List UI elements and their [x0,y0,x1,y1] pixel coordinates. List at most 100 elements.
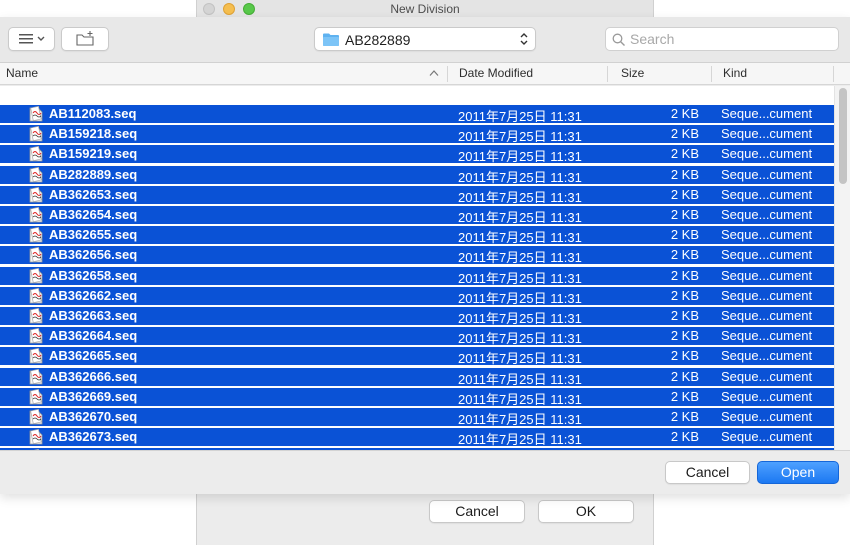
file-kind: Seque...cument [721,409,813,424]
file-row[interactable]: AB362653.seq 2011年7月25日 11:31 2 KB Seque...… [0,185,834,205]
file-kind: Seque...cument [721,348,813,364]
file-row[interactable]: AB362666.seq 2011年7月25日 11:31 2 KB Seque...… [0,367,834,387]
folder-icon [323,33,339,46]
file-name: AB362663.seq [49,308,138,323]
file-row[interactable]: AB362673.seq 2011年7月25日 11:31 2 KB Seque...… [0,428,834,448]
file-name: AB362673.seq [49,429,138,445]
sequence-document-icon [29,348,43,364]
cancel-button[interactable]: Cancel [665,461,750,484]
sequence-document-icon [29,328,43,344]
sequence-document-icon [29,267,43,284]
file-name: AB362664.seq [49,328,138,344]
open-button[interactable]: Open [757,461,839,484]
column-separator[interactable] [711,66,712,82]
file-kind: Seque...cument [721,166,813,182]
file-row[interactable]: AB362656.seq 2011年7月25日 11:31 2 KB Seque...… [0,246,834,265]
file-date-modified: 2011年7月25日 11:31 [458,331,582,347]
sequence-document-icon [29,368,43,385]
sheet-toolbar: AB282889 [0,17,850,63]
file-row[interactable]: AB362665.seq 2011年7月25日 11:31 2 KB Seque...… [0,347,834,367]
file-kind: Seque...cument [721,146,813,162]
file-name: AB362665.seq [49,348,138,364]
file-kind: Seque...cument [721,308,813,323]
column-separator[interactable] [607,66,608,82]
file-kind: Seque...cument [721,207,813,222]
list-view-icon [19,34,45,44]
current-folder-label: AB282889 [345,32,411,48]
new-folder-icon [76,31,94,46]
column-kind-header[interactable]: Kind [723,66,747,80]
parent-titlebar: New Division [197,0,653,18]
view-mode-button[interactable] [8,27,55,51]
column-separator[interactable] [447,66,448,82]
window-title: New Division [390,2,460,16]
file-size: 2 KB [670,247,699,263]
parent-ok-button[interactable]: OK [538,500,634,523]
file-date-modified: 2011年7月25日 11:31 [458,169,582,185]
file-row[interactable]: AB159219.seq 2011年7月25日 11:31 2 KB Seque...… [0,145,834,164]
column-name-header[interactable]: Name [6,66,38,80]
file-row[interactable]: AB362655.seq 2011年7月25日 11:31 2 KB Seque...… [0,226,834,246]
file-row[interactable]: AB362654.seq 2011年7月25日 11:31 2 KB Seque...… [0,206,834,225]
sequence-document-icon [29,146,43,162]
sequence-document-icon [29,227,43,243]
file-row[interactable]: AB362663.seq 2011年7月25日 11:31 2 KB Seque...… [0,307,834,326]
file-row[interactable]: AB112083.seq 2011年7月25日 11:31 2 KB Seque...… [0,105,834,124]
column-header: Name Date Modified Size Kind [0,63,850,85]
file-size: 2 KB [670,388,699,404]
file-name: AB362655.seq [49,227,138,243]
sequence-document-icon [29,206,43,223]
file-kind: Seque...cument [721,388,813,404]
file-date-modified: 2011年7月25日 11:31 [458,270,582,286]
file-kind: Seque...cument [721,287,813,303]
file-name: AB112083.seq [49,106,137,121]
sequence-document-icon [29,408,43,425]
file-date-modified: 2011年7月25日 11:31 [458,351,582,367]
file-size: 2 KB [670,308,699,323]
folder-path-popup[interactable]: AB282889 [314,27,536,51]
file-row[interactable]: AB362658.seq 2011年7月25日 11:31 2 KB Seque...… [0,266,834,286]
scroll-thumb[interactable] [839,88,847,184]
file-size: 2 KB [670,409,699,424]
file-date-modified: 2011年7月25日 11:31 [458,432,582,448]
open-file-sheet: AB282889 Name Date Modified Size Kind AB… [0,17,850,494]
file-date-modified: 2011年7月25日 11:31 [458,311,582,326]
sequence-document-icon [29,388,43,405]
file-name: AB362654.seq [49,207,138,222]
sort-ascending-icon [429,70,439,76]
file-date-modified: 2011年7月25日 11:31 [458,230,582,246]
file-date-modified: 2011年7月25日 11:31 [458,412,582,427]
file-row[interactable]: AB362664.seq 2011年7月25日 11:31 2 KB Seque...… [0,327,834,347]
column-separator[interactable] [833,66,834,82]
file-size: 2 KB [670,207,699,222]
file-kind: Seque...cument [721,267,813,283]
file-size: 2 KB [670,106,699,121]
search-icon [612,33,625,46]
file-row[interactable]: AB362670.seq 2011年7月25日 11:31 2 KB Seque...… [0,408,834,427]
file-row[interactable]: AB159218.seq 2011年7月25日 11:31 2 KB Seque...… [0,125,834,144]
file-name: AB362656.seq [49,247,138,263]
sequence-document-icon [29,247,43,263]
sequence-document-icon [29,126,43,142]
file-list[interactable]: AB112083.seq 2011年7月25日 11:31 2 KB Seque...… [0,86,850,467]
column-date-header[interactable]: Date Modified [459,66,533,80]
column-size-header[interactable]: Size [621,66,644,80]
new-folder-button[interactable] [61,27,109,51]
sequence-document-icon [29,186,43,203]
file-row[interactable]: AB362662.seq 2011年7月25日 11:31 2 KB Seque...… [0,286,834,306]
file-size: 2 KB [670,429,699,445]
vertical-scrollbar[interactable] [834,86,850,467]
file-name: AB362666.seq [49,368,138,384]
parent-cancel-button[interactable]: Cancel [429,500,525,523]
file-kind: Seque...cument [721,328,813,344]
file-name: AB159219.seq [49,146,138,162]
file-kind: Seque...cument [721,126,813,142]
file-kind: Seque...cument [721,106,813,121]
file-name: AB159218.seq [49,126,138,142]
file-row[interactable]: AB282889.seq 2011年7月25日 11:31 2 KB Seque...… [0,165,834,185]
file-date-modified: 2011年7月25日 11:31 [458,371,582,387]
file-name: AB362669.seq [49,388,138,404]
search-input[interactable] [630,30,830,48]
file-row[interactable]: AB362669.seq 2011年7月25日 11:31 2 KB Seque...… [0,387,834,407]
search-field[interactable] [605,27,839,51]
